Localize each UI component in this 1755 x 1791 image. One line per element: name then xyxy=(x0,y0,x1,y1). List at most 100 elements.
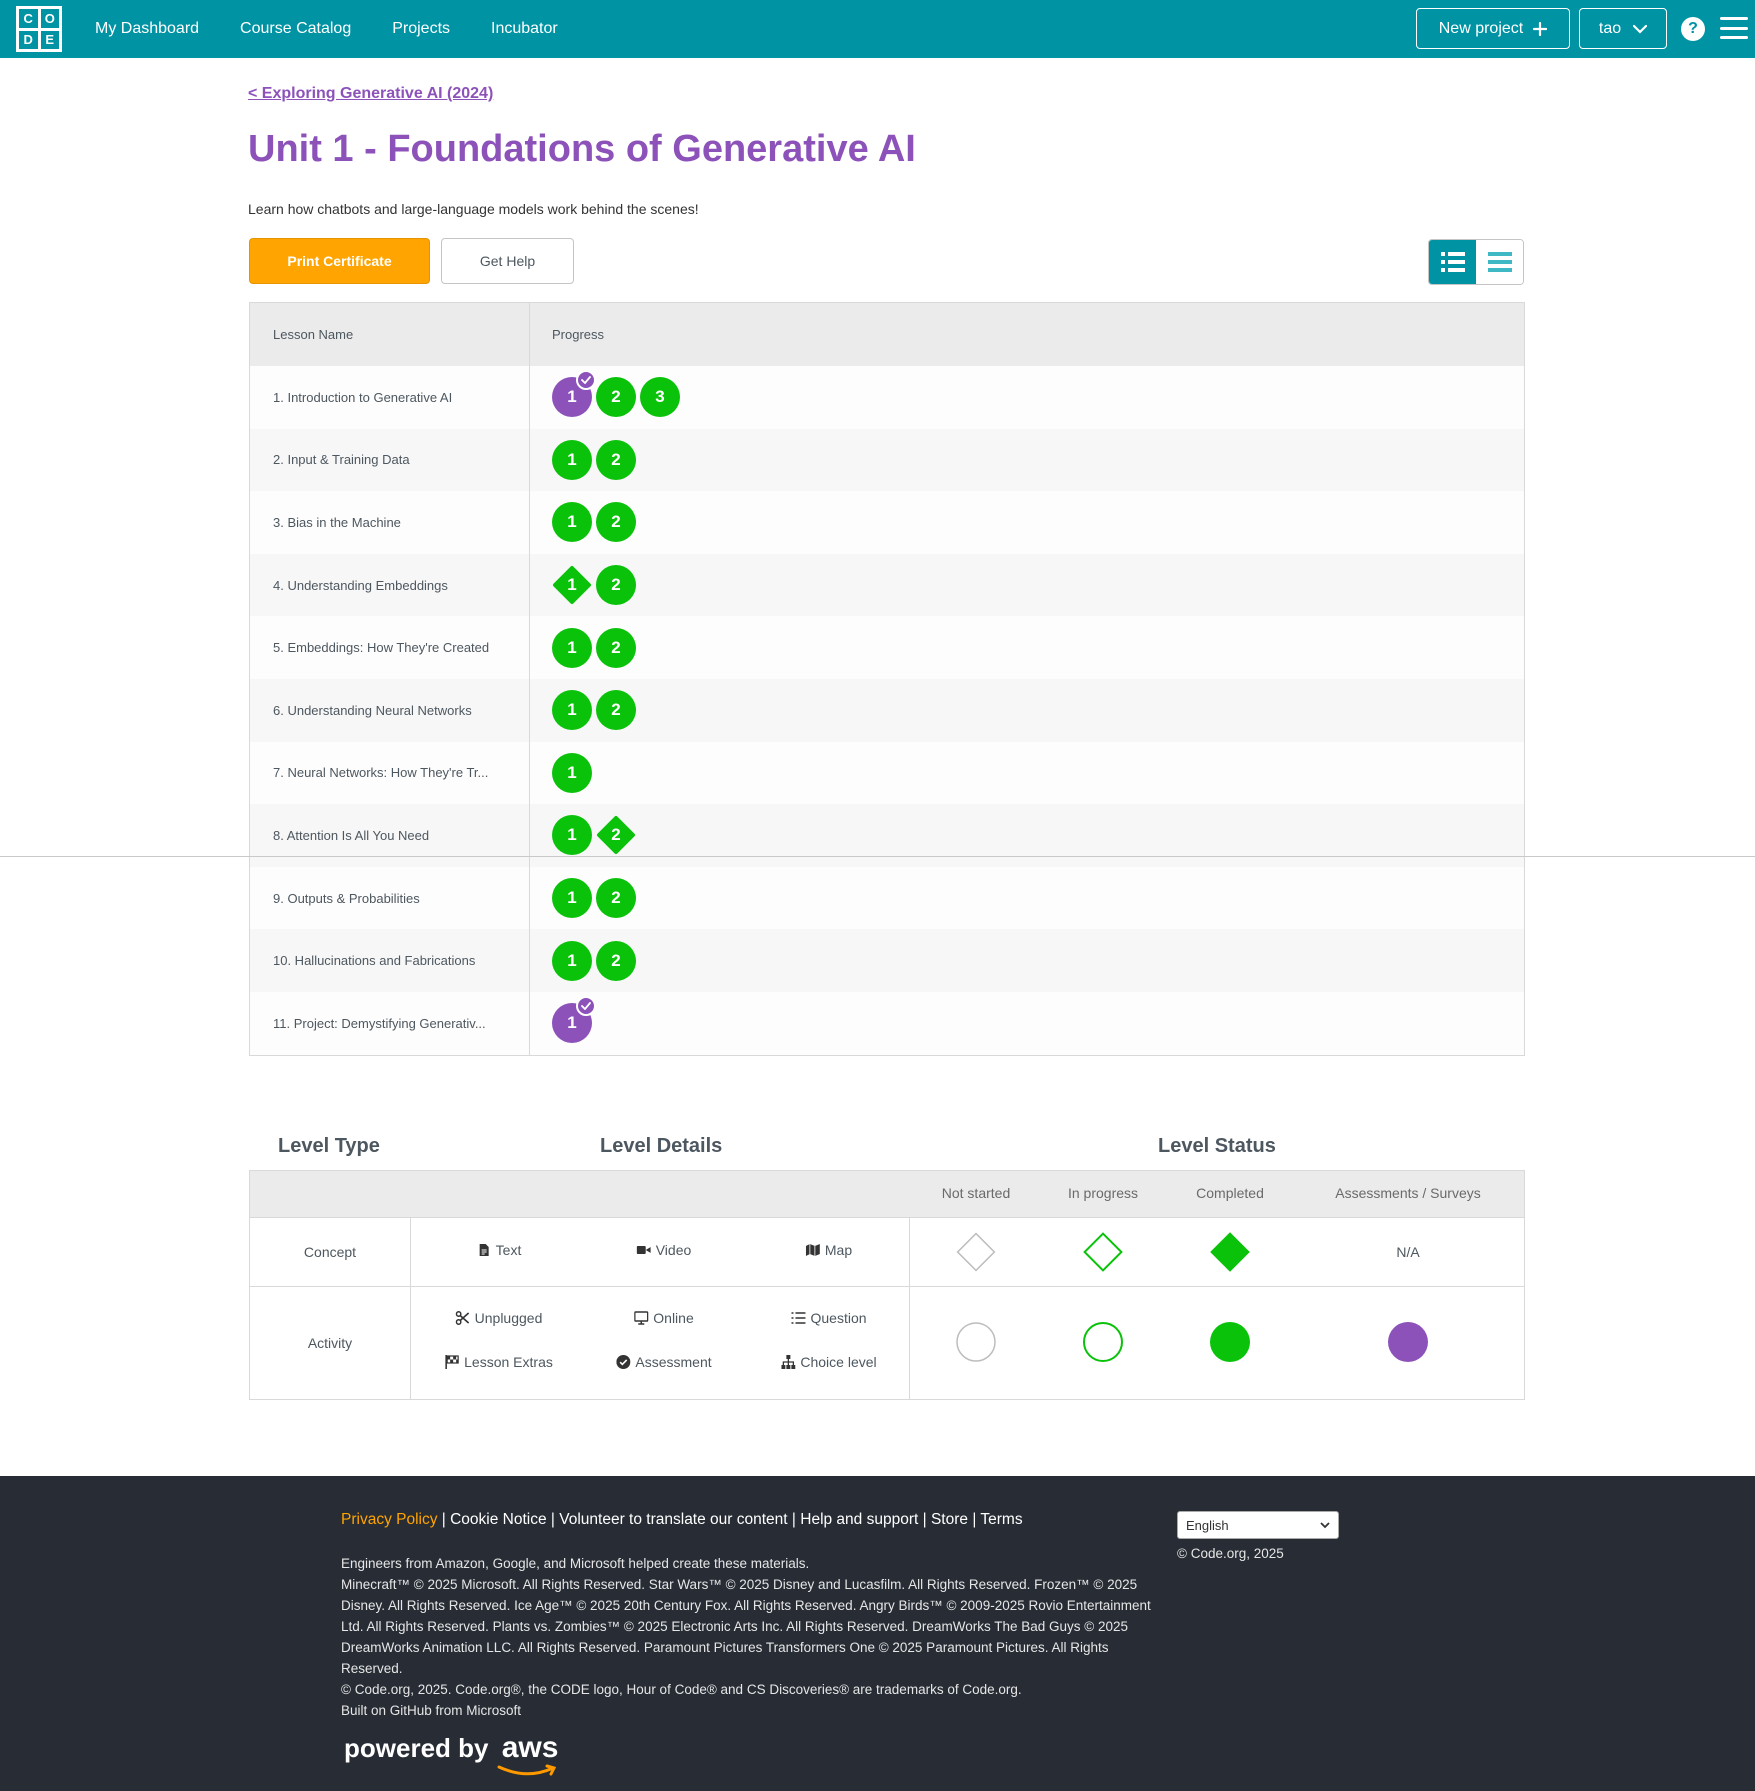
logo-letter: C xyxy=(19,9,38,28)
lesson-name[interactable]: 6. Understanding Neural Networks xyxy=(250,678,530,742)
nav-course-catalog[interactable]: Course Catalog xyxy=(240,20,351,38)
nav-incubator[interactable]: Incubator xyxy=(491,20,558,38)
key-item-unplugged-label: Unplugged xyxy=(474,1310,543,1326)
footer-link-terms[interactable]: Terms xyxy=(980,1511,1022,1528)
level-bubble[interactable]: 1 xyxy=(552,565,592,605)
level-bubble[interactable]: 2 xyxy=(596,815,636,855)
lesson-name[interactable]: 8. Attention Is All You Need xyxy=(250,804,530,867)
lesson-progress: 12 xyxy=(530,867,1524,930)
footer-link-cookie-notice[interactable]: Cookie Notice xyxy=(450,1511,547,1528)
language-select[interactable]: English xyxy=(1177,1511,1339,1539)
progress-bubbles: 12 xyxy=(552,940,636,981)
footer-link-store[interactable]: Store xyxy=(931,1511,968,1528)
level-number: 2 xyxy=(611,888,621,908)
detail-view-button[interactable] xyxy=(1429,240,1476,284)
level-number: 3 xyxy=(655,387,665,407)
in-progress-circle-icon xyxy=(1083,1322,1123,1362)
level-number: 2 xyxy=(611,825,621,845)
footer-line-engineers: Engineers from Amazon, Google, and Micro… xyxy=(341,1556,810,1571)
level-bubble[interactable]: 1 xyxy=(552,502,592,543)
level-bubble[interactable]: 1 xyxy=(552,370,596,418)
footer-link-volunteer-translate[interactable]: Volunteer to translate our content xyxy=(559,1511,787,1528)
level-bubble[interactable]: 1 xyxy=(552,878,592,919)
list-icon xyxy=(791,1312,806,1324)
key-heading-level-status: Level Status xyxy=(1158,1135,1276,1157)
level-bubble[interactable]: 2 xyxy=(596,439,636,480)
key-heading-level-type: Level Type xyxy=(278,1135,380,1157)
breadcrumb[interactable]: < Exploring Generative AI (2024) xyxy=(248,85,493,103)
aws-smile-icon xyxy=(497,1764,557,1776)
status-header-not-started: Not started xyxy=(941,1185,1011,1201)
level-number: 2 xyxy=(611,387,621,407)
level-number: 2 xyxy=(611,700,621,720)
lesson-name[interactable]: 10. Hallucinations and Fabrications xyxy=(250,929,530,992)
footer-link-privacy-policy[interactable]: Privacy Policy xyxy=(341,1511,437,1528)
level-bubble[interactable]: 1 xyxy=(552,940,592,981)
table-row: 8. Attention Is All You Need 1 2 xyxy=(250,804,1524,867)
level-bubble[interactable]: 2 xyxy=(596,878,636,919)
assessment-not-applicable: N/A xyxy=(1396,1244,1420,1260)
level-bubble[interactable]: 1 xyxy=(552,752,592,793)
level-bubble[interactable]: 2 xyxy=(596,565,636,606)
check-icon xyxy=(576,996,596,1017)
divider-line xyxy=(0,856,1755,857)
key-row-activity: Activity Unplugged Online Question Lesso… xyxy=(250,1286,1524,1399)
key-row-concept: Concept Text Video Map N/A xyxy=(250,1217,1524,1286)
lesson-name[interactable]: 2. Input & Training Data xyxy=(250,428,530,492)
lesson-name[interactable]: 5. Embeddings: How They're Created xyxy=(250,616,530,679)
completed-circle-icon xyxy=(1210,1322,1250,1362)
powered-by-text: powered by xyxy=(344,1733,489,1763)
level-bubble[interactable]: 1 xyxy=(552,815,592,856)
key-item-map: Map xyxy=(805,1242,852,1258)
table-row: 7. Neural Networks: How They're Tr... 1 xyxy=(250,741,1524,805)
lesson-progress: 1 xyxy=(530,742,1524,805)
lesson-name[interactable]: 11. Project: Demystifying Generativ... xyxy=(250,991,530,1055)
footer-links: Privacy Policy | Cookie Notice | Volunte… xyxy=(341,1511,1023,1528)
nav-my-dashboard[interactable]: My Dashboard xyxy=(95,20,199,38)
table-row: 6. Understanding Neural Networks 1 2 xyxy=(250,678,1524,742)
print-certificate-button[interactable]: Print Certificate xyxy=(249,238,430,284)
level-bubble[interactable]: 1 xyxy=(552,690,592,731)
level-bubble[interactable]: 2 xyxy=(596,940,636,981)
level-bubble[interactable]: 2 xyxy=(596,502,636,543)
user-menu-button[interactable]: tao xyxy=(1579,8,1667,49)
summary-view-button[interactable] xyxy=(1476,240,1523,284)
not-started-diamond-icon xyxy=(956,1232,996,1272)
get-help-button[interactable]: Get Help xyxy=(441,238,574,284)
level-bubble[interactable]: 3 xyxy=(640,377,680,418)
chevron-down-icon xyxy=(1633,24,1648,34)
level-bubble[interactable]: 2 xyxy=(596,690,636,731)
footer-link-help-support[interactable]: Help and support xyxy=(800,1511,918,1528)
new-project-button[interactable]: New project xyxy=(1416,8,1570,49)
hamburger-menu-icon[interactable] xyxy=(1720,17,1748,39)
lesson-name[interactable]: 7. Neural Networks: How They're Tr... xyxy=(250,741,530,805)
code-org-logo[interactable]: C O D E xyxy=(16,6,62,52)
nav-projects[interactable]: Projects xyxy=(392,20,450,38)
help-icon[interactable]: ? xyxy=(1681,17,1705,41)
key-item-online-label: Online xyxy=(653,1310,694,1326)
table-header-row: Lesson Name Progress xyxy=(250,303,1524,366)
level-bubble[interactable]: 2 xyxy=(596,377,636,418)
assessment-completed-circle-icon xyxy=(1388,1322,1428,1362)
level-bubble[interactable]: 1 xyxy=(552,996,596,1044)
key-status-header-row: Not started In progress Completed Assess… xyxy=(250,1171,1524,1217)
level-bubble[interactable]: 2 xyxy=(596,627,636,668)
unit-description: Learn how chatbots and large-language mo… xyxy=(248,201,699,217)
powered-by-aws-logo[interactable]: powered by aws xyxy=(344,1731,558,1765)
progress-bubbles: 12 xyxy=(552,565,636,606)
logo-letter: D xyxy=(19,30,38,49)
in-progress-diamond-icon xyxy=(1083,1232,1123,1272)
lesson-name[interactable]: 1. Introduction to Generative AI xyxy=(250,366,530,429)
footer-copyright-short: © Code.org, 2025 xyxy=(1177,1546,1284,1561)
key-item-video: Video xyxy=(636,1242,691,1258)
level-bubble[interactable]: 1 xyxy=(552,627,592,668)
level-bubble[interactable]: 1 xyxy=(552,439,592,480)
footer-line-code-org-trademarks: © Code.org, 2025. Code.org®, the CODE lo… xyxy=(341,1682,1022,1697)
lesson-progress: 12 xyxy=(530,616,1524,679)
lesson-progress: 1 xyxy=(530,992,1524,1055)
status-header-completed: Completed xyxy=(1196,1185,1264,1201)
not-started-circle-icon xyxy=(956,1322,996,1362)
lesson-name[interactable]: 3. Bias in the Machine xyxy=(250,491,530,554)
lesson-name[interactable]: 4. Understanding Embeddings xyxy=(250,553,530,617)
lesson-name[interactable]: 9. Outputs & Probabilities xyxy=(250,866,530,930)
